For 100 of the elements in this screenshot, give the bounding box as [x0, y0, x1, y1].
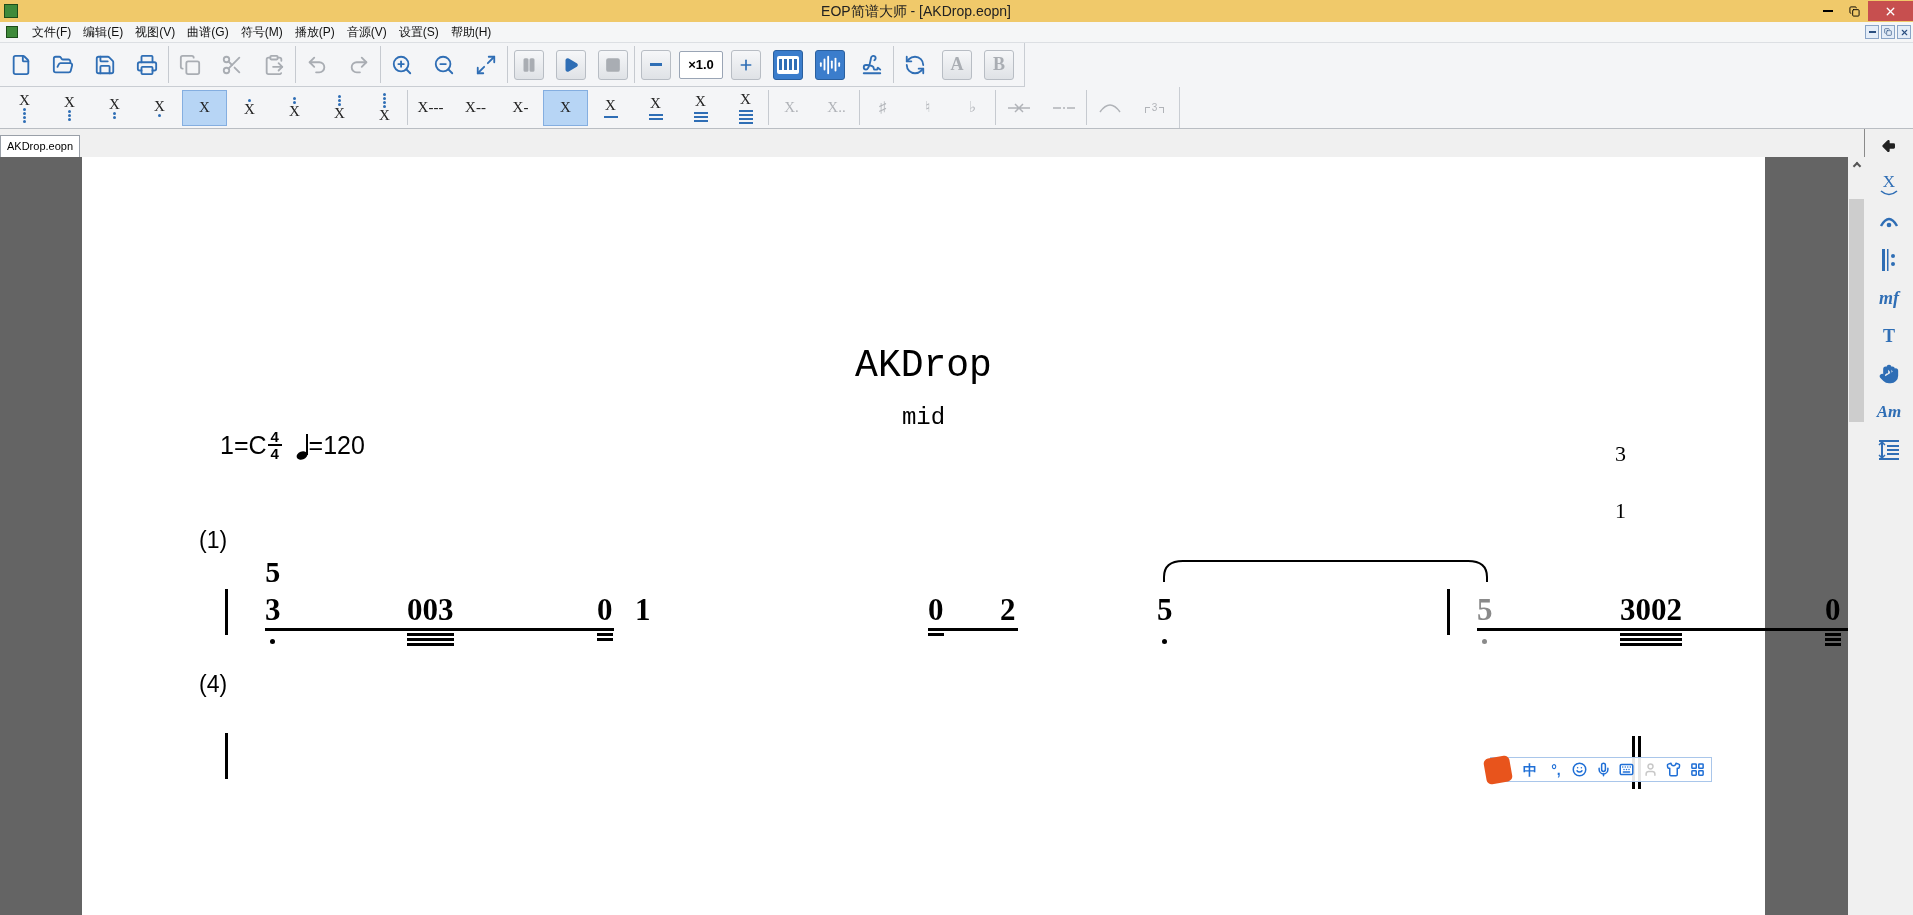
chord-button[interactable]: Am — [1874, 397, 1904, 427]
note-tool-button[interactable]: X — [317, 89, 362, 126]
note-tool-button[interactable]: X — [182, 89, 227, 126]
piano-button[interactable] — [773, 49, 803, 80]
speed-field[interactable]: ×1.0 — [679, 50, 723, 79]
menu-item[interactable]: 音源(V) — [340, 23, 393, 41]
grid-icon[interactable] — [1690, 762, 1705, 777]
note-tool-button[interactable]: X — [227, 89, 272, 126]
scissors-icon — [221, 53, 243, 76]
play-icon — [563, 56, 579, 73]
ime-mode-button[interactable]: °, — [1548, 762, 1564, 777]
ime-logo-icon[interactable] — [1482, 754, 1514, 785]
play-button[interactable] — [556, 49, 586, 80]
duration-lines — [1477, 628, 1493, 631]
zoom-out-icon — [433, 53, 455, 76]
dynamics-button[interactable]: mf — [1874, 283, 1904, 313]
menu-item[interactable]: 编辑(E) — [77, 23, 130, 41]
note-tool-button[interactable]: X — [678, 89, 723, 126]
piano-keys-icon — [777, 55, 799, 74]
minus-button[interactable] — [641, 49, 671, 80]
tie-note-button[interactable]: X — [1874, 169, 1904, 199]
duration-lines — [265, 628, 281, 631]
note-tool-button[interactable]: X--- — [408, 89, 453, 126]
side-number: 1 — [1615, 500, 1626, 522]
note-tool-button[interactable]: X — [362, 89, 407, 126]
note-tool-button[interactable]: X — [2, 89, 47, 126]
note-tool-button[interactable]: X — [47, 89, 92, 126]
note-tool-button[interactable]: X — [543, 89, 588, 126]
chord-note-number: 5 — [265, 557, 281, 587]
printer-icon — [136, 53, 158, 76]
new-file-icon — [10, 53, 32, 76]
shirt-icon[interactable] — [1666, 762, 1682, 777]
key-signature: 1=C — [220, 432, 267, 458]
note-tool-button[interactable]: X — [633, 89, 678, 126]
minimize-icon — [1822, 10, 1833, 12]
close-icon — [1899, 27, 1909, 37]
smile-icon[interactable] — [1572, 762, 1588, 777]
slur-icon — [1098, 102, 1121, 113]
menu-item[interactable]: 符号(M) — [234, 23, 289, 41]
note-number: 1 — [635, 593, 651, 627]
note-tool-button[interactable]: X- — [498, 89, 543, 126]
left-arrow-icon — [1881, 138, 1897, 154]
document-tab[interactable]: AKDrop.eopn — [0, 135, 81, 157]
tie-arc-icon — [1880, 189, 1898, 196]
menu-item[interactable]: 播放(P) — [288, 23, 341, 41]
restore-icon — [1884, 28, 1892, 36]
measure-number: (1) — [199, 529, 228, 552]
line-spacing-icon[interactable] — [1878, 440, 1900, 460]
bar-line — [225, 589, 228, 635]
app-icon — [4, 4, 18, 18]
note-tool-button[interactable]: X — [272, 89, 317, 126]
repeat-sign-icon[interactable] — [1881, 249, 1897, 271]
measure-number: (4) — [199, 673, 228, 696]
side-number: 3 — [1615, 443, 1626, 465]
note-tool-button[interactable]: X — [588, 89, 633, 126]
equalizer-icon — [819, 53, 841, 76]
menu-item[interactable]: 视图(V) — [129, 23, 182, 41]
note-number: 3 — [265, 593, 281, 627]
menu-item[interactable]: 曲谱(G) — [181, 23, 235, 41]
note-tool-button[interactable]: X-- — [453, 89, 498, 126]
folder-icon — [52, 53, 74, 76]
zoom-in-icon — [391, 53, 413, 76]
fit-page-icon — [475, 53, 497, 76]
document-icon — [6, 26, 18, 38]
save-icon — [94, 53, 116, 76]
note-number: 0 — [597, 593, 613, 627]
stop-icon — [605, 56, 621, 73]
note-tool-button[interactable]: X — [137, 89, 182, 126]
ime-mode-button[interactable]: 中 — [1519, 762, 1540, 777]
window-title: EOP简谱大师 - [AKDrop.eopn] — [820, 1, 1012, 21]
note-number: 003 — [407, 593, 454, 627]
fermata-icon[interactable] — [1879, 215, 1899, 229]
note-number: 0 — [1825, 593, 1841, 627]
menu-item[interactable]: 帮助(H) — [444, 23, 498, 41]
plus-button[interactable] — [731, 49, 761, 80]
mdi-minimize-button[interactable] — [1865, 25, 1879, 39]
equalizer-button[interactable] — [815, 49, 845, 80]
mdi-close-button[interactable] — [1897, 25, 1911, 39]
note-number: 2 — [1000, 593, 1016, 627]
handwriting-icon — [861, 53, 883, 76]
pause-icon — [521, 56, 537, 73]
keyboard-icon[interactable] — [1619, 762, 1635, 777]
note-number: 5 — [1157, 593, 1173, 627]
score-subtitle: mid — [900, 406, 947, 430]
time-signature: 4 4 — [267, 429, 282, 461]
note-number: 0 — [928, 593, 944, 627]
dash-line-icon — [1051, 105, 1076, 110]
note-tool-button[interactable]: X — [723, 89, 768, 126]
text-tool-button[interactable]: T — [1874, 321, 1904, 351]
microphone-icon[interactable] — [1595, 762, 1611, 777]
note-tool-button[interactable]: X — [92, 89, 137, 126]
menu-item[interactable]: 文件(F) — [26, 23, 78, 41]
bar-line — [225, 733, 228, 779]
paste-icon — [263, 53, 285, 76]
minus-icon — [650, 63, 662, 66]
copy-icon — [179, 53, 201, 76]
scrollbar-thumb[interactable] — [1849, 199, 1864, 422]
hand-icon — [1879, 364, 1899, 384]
note-number: 3002 — [1620, 593, 1682, 627]
menu-item[interactable]: 设置(S) — [392, 23, 445, 41]
